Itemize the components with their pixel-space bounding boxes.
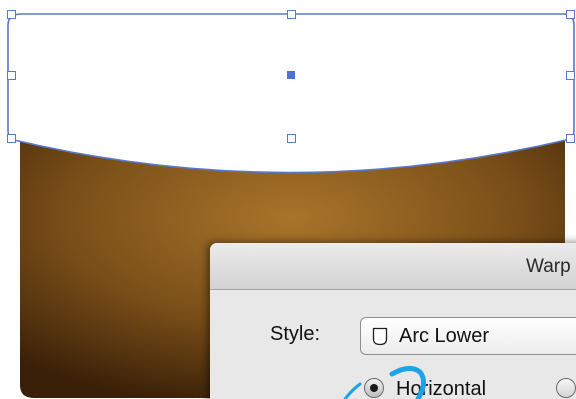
dialog-title: Warp: [526, 256, 571, 277]
handle-bottom-center[interactable]: [287, 134, 296, 143]
style-dropdown[interactable]: Arc Lower: [360, 317, 576, 355]
horizontal-label[interactable]: Horizontal: [396, 378, 486, 399]
handle-bottom-right[interactable]: [566, 134, 575, 143]
handle-top-right[interactable]: [566, 10, 575, 19]
handle-top-center[interactable]: [287, 10, 296, 19]
handle-bottom-left[interactable]: [7, 134, 16, 143]
dialog-titlebar[interactable]: Warp: [210, 243, 576, 290]
warped-rectangle-shape[interactable]: [8, 14, 574, 173]
radio-selected-dot: [370, 384, 378, 392]
arc-lower-icon: [372, 327, 388, 346]
vertical-radio[interactable]: [556, 378, 576, 398]
style-label: Style:: [270, 323, 321, 345]
horizontal-radio[interactable]: [364, 378, 384, 398]
center-point: [287, 71, 295, 79]
handle-middle-right[interactable]: [566, 71, 575, 80]
canvas[interactable]: Warp Style: Arc Lower Horizontal: [0, 0, 576, 399]
handle-top-left[interactable]: [7, 10, 16, 19]
handle-middle-left[interactable]: [7, 71, 16, 80]
warp-options-dialog: Warp Style: Arc Lower Horizontal: [210, 243, 576, 399]
style-value: Arc Lower: [399, 325, 490, 347]
